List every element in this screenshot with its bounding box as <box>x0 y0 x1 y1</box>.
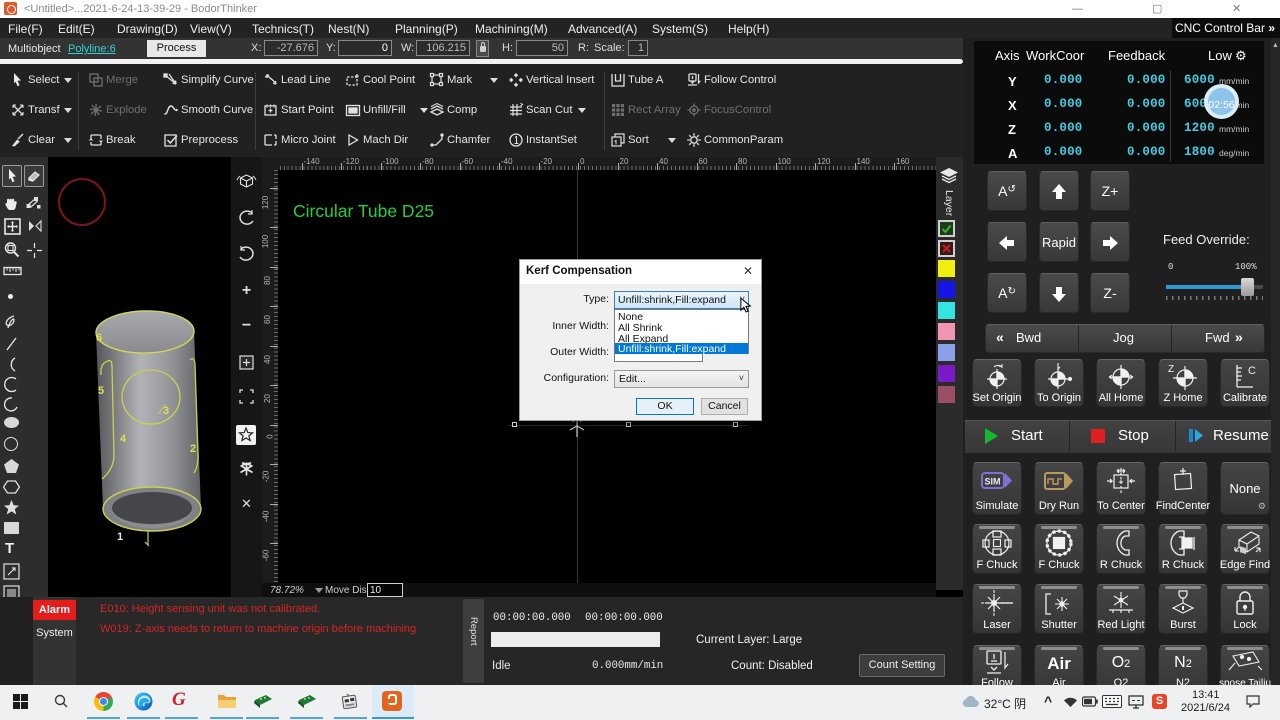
svg-text:3: 3 <box>163 405 169 417</box>
svg-text:Z: Z <box>1168 364 1174 375</box>
svg-text:5: 5 <box>98 385 104 397</box>
svg-text:SIM: SIM <box>985 477 1001 487</box>
svg-text:2: 2 <box>190 443 196 455</box>
svg-text:4: 4 <box>120 433 127 445</box>
svg-text:C: C <box>1248 365 1256 377</box>
svg-text:1: 1 <box>117 531 123 543</box>
svg-text:6: 6 <box>96 332 102 344</box>
